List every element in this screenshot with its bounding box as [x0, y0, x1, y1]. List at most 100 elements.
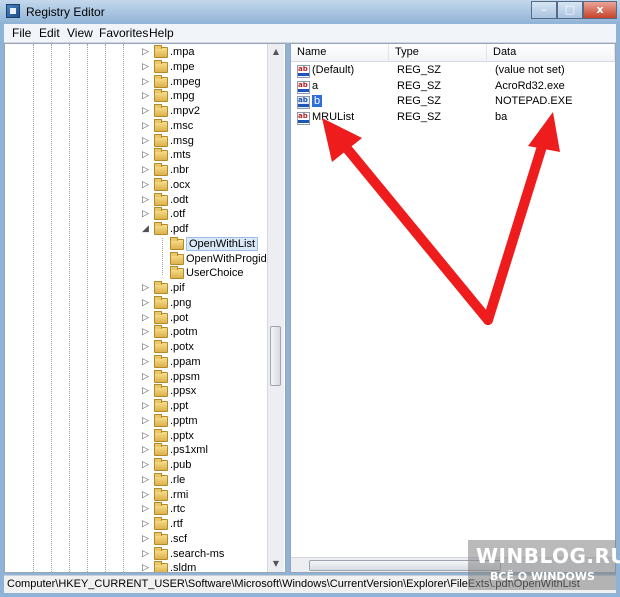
tree-subkey[interactable]: OpenWithProgids: [5, 251, 272, 267]
expand-icon[interactable]: ▷: [141, 475, 150, 486]
tree-key[interactable]: ▷ .rtc: [5, 502, 267, 517]
tree-label: .pptx: [170, 429, 194, 442]
tree-key[interactable]: ▷ .search-ms: [5, 546, 267, 562]
scroll-up-icon[interactable]: ▲: [268, 44, 284, 60]
scroll-down-icon[interactable]: ▼: [268, 556, 284, 572]
menu-file[interactable]: File: [12, 26, 31, 40]
expand-icon[interactable]: ▷: [141, 490, 150, 501]
expand-icon[interactable]: ▷: [141, 47, 150, 58]
expand-icon[interactable]: ▷: [141, 150, 150, 161]
expand-icon[interactable]: ▷: [141, 180, 150, 191]
tree-key[interactable]: ▷ .rmi: [5, 487, 267, 503]
value-row[interactable]: ab b REG_SZ NOTEPAD.EXE: [291, 95, 615, 110]
expand-icon[interactable]: ▷: [141, 342, 150, 353]
tree-key[interactable]: ▷ .msc: [5, 118, 267, 134]
tree-key[interactable]: ▷ .potm: [5, 325, 267, 340]
expand-icon[interactable]: ▷: [141, 195, 150, 206]
scrollbar-thumb[interactable]: [270, 326, 281, 386]
expand-icon[interactable]: ▷: [141, 121, 150, 132]
tree-key[interactable]: ▷ .ppsx: [5, 384, 267, 399]
tree-key[interactable]: ▷ .pot: [5, 310, 267, 326]
tree-key[interactable]: ▷ .sldm: [5, 561, 267, 572]
expand-icon[interactable]: ▷: [141, 534, 150, 545]
value-name[interactable]: (Default): [312, 64, 354, 76]
expand-icon[interactable]: ▷: [141, 62, 150, 73]
expand-icon[interactable]: ▷: [141, 416, 150, 427]
expand-icon[interactable]: ▷: [141, 549, 150, 560]
tree-key[interactable]: ▷ .mpa: [5, 45, 267, 60]
tree-key[interactable]: ▷ .ppsm: [5, 369, 267, 385]
expand-icon[interactable]: ▷: [141, 283, 150, 294]
key-tree-pane[interactable]: ▷ .mpa ▷ .mpe ▷ .mpeg ▷ .mpg ▷ .mpv2 ▷ .msc ▷ .msg ▷ .m…: [4, 43, 286, 573]
column-header-type[interactable]: Type: [389, 44, 487, 62]
maximize-button[interactable]: □: [557, 1, 583, 19]
expand-icon[interactable]: ▷: [141, 313, 150, 324]
menu-help[interactable]: Help: [149, 26, 174, 40]
minimize-button[interactable]: –: [531, 1, 557, 19]
expand-icon[interactable]: ▷: [141, 431, 150, 442]
expand-icon[interactable]: ▷: [141, 445, 150, 456]
tree-subkey[interactable]: OpenWithList: [5, 236, 267, 252]
tree-key[interactable]: ▷ .ppt: [5, 399, 267, 414]
expand-icon[interactable]: ▷: [141, 372, 150, 383]
tree-key[interactable]: ▷ .msg: [5, 133, 267, 149]
value-row[interactable]: ab (Default) REG_SZ (value not set): [291, 64, 615, 79]
tree-key[interactable]: ▷ .potx: [5, 340, 267, 355]
menu-edit[interactable]: Edit: [39, 26, 60, 40]
column-header-data[interactable]: Data: [487, 44, 615, 62]
value-name[interactable]: MRUList: [312, 111, 354, 123]
expand-icon[interactable]: ▷: [141, 563, 150, 572]
expand-icon[interactable]: ▷: [141, 327, 150, 338]
tree-key[interactable]: ▷ .scf: [5, 531, 267, 547]
menu-favorites[interactable]: Favorites: [99, 26, 148, 40]
expand-icon[interactable]: ▷: [141, 209, 150, 220]
expand-icon[interactable]: ▷: [141, 77, 150, 88]
watermark-subtitle: ВСЁ О WINDOWS: [490, 570, 595, 583]
tree-key[interactable]: ▷ .ocx: [5, 177, 267, 193]
expand-icon[interactable]: ▷: [141, 386, 150, 397]
tree-key[interactable]: ▷ .otf: [5, 207, 267, 222]
expand-icon[interactable]: ▷: [141, 401, 150, 412]
tree-key[interactable]: ▷ .png: [5, 295, 267, 311]
menu-view[interactable]: View: [67, 26, 93, 40]
expand-icon[interactable]: ▷: [141, 91, 150, 102]
tree-subkey[interactable]: UserChoice: [5, 266, 267, 281]
value-row[interactable]: ab MRUList REG_SZ ba: [291, 111, 615, 126]
tree-key[interactable]: ▷ .pub: [5, 458, 267, 473]
tree-key[interactable]: ▷ .mpg: [5, 89, 267, 104]
tree-key[interactable]: ▷ .rtf: [5, 517, 267, 532]
tree-key[interactable]: ▷ .ps1xml: [5, 443, 267, 458]
column-header-name[interactable]: Name: [291, 44, 389, 62]
value-row[interactable]: ab a REG_SZ AcroRd32.exe: [291, 80, 615, 95]
string-value-icon: ab: [297, 65, 310, 78]
expand-icon[interactable]: ▷: [141, 106, 150, 117]
values-list-pane[interactable]: Name Type Data ab (Default) REG_SZ (value n…: [290, 43, 616, 573]
tree-key[interactable]: ▷ .mpe: [5, 59, 267, 75]
tree-key[interactable]: ◢ .pdf: [5, 222, 267, 237]
value-data: NOTEPAD.EXE: [495, 95, 573, 107]
tree-key[interactable]: ▷ .pif: [5, 281, 267, 296]
expand-icon[interactable]: ▷: [141, 298, 150, 309]
expand-icon[interactable]: ▷: [141, 519, 150, 530]
tree-key[interactable]: ▷ .ppam: [5, 354, 267, 370]
expand-icon[interactable]: ▷: [141, 460, 150, 471]
tree-key[interactable]: ▷ .pptx: [5, 428, 267, 444]
value-name[interactable]: b: [312, 95, 323, 107]
tree-key[interactable]: ▷ .pptm: [5, 413, 267, 429]
collapse-icon[interactable]: ◢: [141, 224, 150, 235]
value-name[interactable]: a: [312, 80, 318, 92]
tree-key[interactable]: ▷ .mpv2: [5, 104, 267, 119]
tree-key[interactable]: ▷ .nbr: [5, 163, 267, 178]
folder-icon: [154, 325, 168, 339]
expand-icon[interactable]: ▷: [141, 504, 150, 515]
tree-vertical-scrollbar[interactable]: ▲ ▼: [267, 44, 284, 572]
expand-icon[interactable]: ▷: [141, 136, 150, 147]
tree-key[interactable]: ▷ .mpeg: [5, 74, 267, 90]
expand-icon[interactable]: ▷: [141, 165, 150, 176]
tree-key[interactable]: ▷ .odt: [5, 192, 267, 208]
expand-icon[interactable]: ▷: [141, 357, 150, 368]
title-bar[interactable]: Registry Editor – □ x: [0, 0, 620, 24]
close-button[interactable]: x: [583, 1, 617, 19]
tree-key[interactable]: ▷ .mts: [5, 148, 267, 163]
tree-key[interactable]: ▷ .rle: [5, 472, 267, 488]
